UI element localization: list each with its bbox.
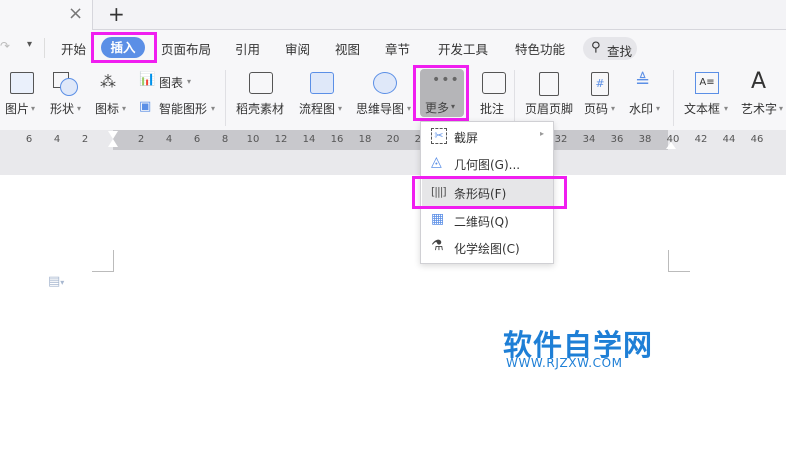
ruler-tick: 10 xyxy=(246,134,260,145)
page-gap xyxy=(0,150,786,175)
indent-marker[interactable] xyxy=(108,131,118,139)
margin-corner-right xyxy=(668,250,690,272)
chart-button[interactable]: 图表 xyxy=(159,74,183,91)
menu-review[interactable]: 审阅 xyxy=(285,39,310,58)
highlight-box xyxy=(412,176,567,209)
ruler-tick: 32 xyxy=(554,134,568,145)
chart-icon: 📊 xyxy=(139,72,156,87)
icon-library-icon: ⁂ xyxy=(100,72,116,91)
wordart-icon: A xyxy=(751,69,767,94)
picture-button[interactable]: 图片 xyxy=(5,100,29,117)
ruler-tick: 6 xyxy=(25,134,33,145)
watermark-button[interactable]: 水印 xyxy=(629,100,653,117)
icon-button[interactable]: 图标 xyxy=(95,100,119,117)
ruler-tick: 16 xyxy=(330,134,344,145)
ruler-tick: 34 xyxy=(582,134,596,145)
page-number-icon: # xyxy=(591,72,609,96)
ruler-tick: 46 xyxy=(750,134,764,145)
watermark-icon: ≜ xyxy=(635,71,651,92)
menu-item-chemistry[interactable]: ⚗ 化学绘图(C) xyxy=(422,234,553,261)
material-button[interactable]: 稻壳素材 xyxy=(236,100,284,117)
watermark-url: WWW.RJZXW.COM xyxy=(506,356,623,370)
menu-references[interactable]: 引用 xyxy=(235,39,260,58)
menu-start[interactable]: 开始 xyxy=(61,39,86,58)
new-tab-button[interactable]: + xyxy=(108,2,125,26)
highlight-box xyxy=(91,32,157,63)
menu-item-geometry[interactable]: ◬ 几何图(G)... xyxy=(422,150,553,177)
menu-section[interactable]: 章节 xyxy=(385,39,410,58)
smartart-button[interactable]: 智能图形 xyxy=(159,100,207,117)
textbox-button[interactable]: 文本框 xyxy=(684,100,720,117)
scissors-icon: ✂ xyxy=(431,128,447,144)
search-button[interactable]: ⚲ 查找 xyxy=(583,37,637,60)
geometry-icon: ◬ xyxy=(431,154,442,170)
page-number-button[interactable]: 页码 xyxy=(584,100,608,117)
redo-icon[interactable]: ↷ xyxy=(0,39,10,53)
ruler-tick: 4 xyxy=(165,134,173,145)
ruler-tick: 14 xyxy=(302,134,316,145)
ruler-tick: 8 xyxy=(221,134,229,145)
header-footer-icon xyxy=(539,72,559,96)
menu-view[interactable]: 视图 xyxy=(335,39,360,58)
hanging-indent-marker[interactable] xyxy=(108,139,118,147)
close-tab-icon[interactable]: × xyxy=(68,3,83,24)
comment-icon xyxy=(482,72,506,94)
submenu-arrow-icon: ▸ xyxy=(540,129,545,138)
menu-bar: ↷ ▾ 开始 插入 页面布局 引用 审阅 视图 章节 开发工具 特色功能 ⚲ 查… xyxy=(0,30,786,66)
search-label: 查找 xyxy=(607,44,633,59)
ruler-tick: 20 xyxy=(386,134,400,145)
comment-button[interactable]: 批注 xyxy=(480,100,504,117)
ruler-tick: 42 xyxy=(694,134,708,145)
shape-button[interactable]: 形状 xyxy=(50,100,74,117)
mindmap-button[interactable]: 思维导图 xyxy=(356,100,404,117)
menu-item-screenshot[interactable]: ✂ 截屏 ▸ xyxy=(422,123,553,150)
ribbon: 图片 ▾ 形状 ▾ ⁂ 图标 ▾ 📊 图表 ▾ ▣ 智能图形 ▾ 稻壳素材 流程图 ▾ 思维… xyxy=(0,65,786,130)
smartart-icon: ▣ xyxy=(139,99,152,114)
paragraph-menu-icon[interactable]: ▤▾ xyxy=(48,274,64,289)
highlight-box xyxy=(413,65,469,121)
ruler-tick: 38 xyxy=(638,134,652,145)
flowchart-icon xyxy=(310,72,334,94)
ruler-tick: 2 xyxy=(81,134,89,145)
header-footer-button[interactable]: 页眉页脚 xyxy=(525,100,573,117)
search-icon: ⚲ xyxy=(591,40,601,55)
menu-features[interactable]: 特色功能 xyxy=(515,39,565,58)
quick-access-dropdown-icon[interactable]: ▾ xyxy=(27,39,32,50)
menu-item-qrcode[interactable]: ▦ 二维码(Q) xyxy=(422,207,553,234)
material-icon xyxy=(249,72,273,94)
right-indent-marker[interactable] xyxy=(666,142,676,149)
menu-developer[interactable]: 开发工具 xyxy=(438,39,488,58)
flask-icon: ⚗ xyxy=(431,238,444,254)
ruler-tick: 4 xyxy=(53,134,61,145)
ruler-tick: 12 xyxy=(274,134,288,145)
qrcode-icon: ▦ xyxy=(431,211,445,227)
ruler-tick: 18 xyxy=(358,134,372,145)
mindmap-icon xyxy=(373,72,397,94)
document-tab[interactable]: × xyxy=(0,0,93,31)
ruler-tick: 6 xyxy=(193,134,201,145)
picture-icon xyxy=(10,72,34,94)
ruler-tick: 44 xyxy=(722,134,736,145)
menu-page-layout[interactable]: 页面布局 xyxy=(161,39,211,58)
wordart-button[interactable]: 艺术字 xyxy=(741,100,777,117)
flowchart-button[interactable]: 流程图 xyxy=(299,100,335,117)
ruler-tick: 36 xyxy=(610,134,624,145)
ruler-tick: 2 xyxy=(137,134,145,145)
margin-corner-left xyxy=(92,250,114,272)
textbox-icon: A≡ xyxy=(695,72,719,94)
